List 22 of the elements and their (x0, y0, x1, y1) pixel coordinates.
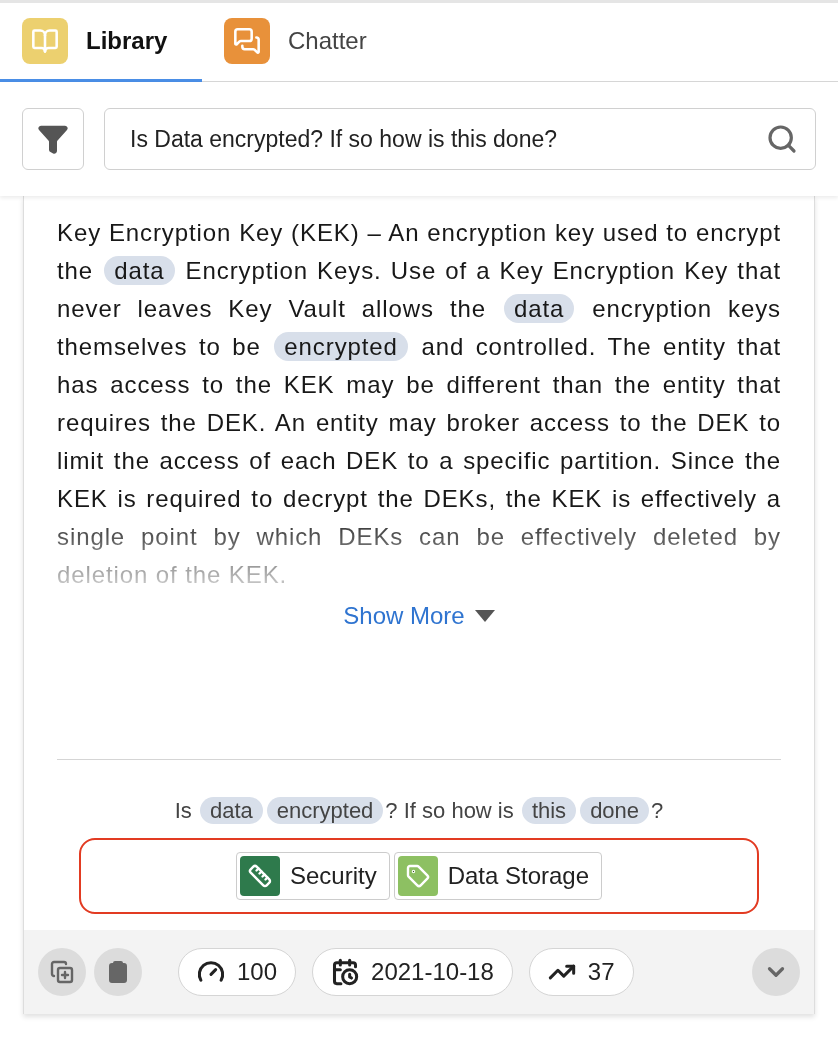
tab[interactable]: Chatter (202, 3, 389, 82)
book-icon (22, 18, 68, 64)
search-field[interactable]: Is Data encrypted? If so how is this done? (104, 108, 816, 170)
chat-bubbles-icon (224, 18, 270, 64)
clipboard-button[interactable] (94, 948, 142, 996)
copy-plus-icon (50, 960, 74, 984)
answer-paragraph: Key Encryption Key (KEK) – An encryption key used to encrypt the data Encryption Keys. Use of a Key Encryption Key that never leaves Key Vault allows the data encryption keys themselves to be encrypted and controlled. The entity that has access to the KEK may be different than the entity that requires the DEK. An entity may broker access to the DEK to limit the access of each DEK to a specific partition. Since the KEK is required to decrypt the DEKs, the KEK is effectively a single point by which DEKs can be effectively deleted by deletion of the KEK. (57, 218, 781, 590)
caret-down-icon (474, 610, 495, 622)
search-icon (766, 123, 798, 155)
duplicate-button[interactable] (38, 948, 86, 996)
show-more-link[interactable]: Show More (343, 598, 495, 634)
tag-chip[interactable]: Data Storage (393, 852, 603, 900)
clipboard-icon (106, 960, 130, 984)
stat-pill: 37 (528, 948, 634, 996)
question-text: Is data encrypted ? If so how is this done ? (173, 796, 665, 826)
tag-chip[interactable]: Security (235, 852, 390, 900)
stat-pill: 100 (178, 948, 297, 996)
calendar-icon (331, 958, 360, 986)
filter-icon (37, 123, 69, 155)
filter-button[interactable] (22, 108, 84, 170)
expand-button[interactable] (752, 948, 800, 996)
stat-pill: 2021-10-18 (312, 948, 513, 996)
